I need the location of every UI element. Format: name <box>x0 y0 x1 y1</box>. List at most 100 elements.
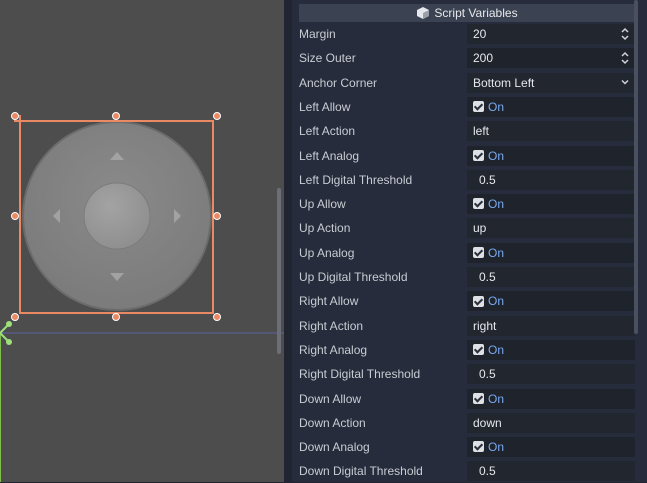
property-label: Left Analog <box>299 148 360 163</box>
checkbox-icon[interactable] <box>473 247 484 259</box>
spinbox-field[interactable]: 20 <box>467 24 635 44</box>
dropdown-select[interactable]: Bottom Left <box>467 72 635 93</box>
checkbox-icon[interactable] <box>473 392 484 404</box>
selection-handle-icon[interactable] <box>213 212 221 220</box>
selection-handle-icon[interactable] <box>11 212 19 220</box>
property-label: Left Allow <box>299 99 351 114</box>
selection-handle-icon[interactable] <box>213 313 221 321</box>
text-value: up <box>473 221 487 236</box>
property-label: Margin <box>299 27 336 41</box>
property-row: Right Allow On <box>292 289 647 313</box>
script-icon <box>417 7 430 19</box>
property-label: Right Analog <box>299 342 368 357</box>
checkbox-field[interactable]: On <box>467 242 635 263</box>
property-row: Margin 20 <box>292 22 647 46</box>
number-field[interactable]: 0.5 <box>467 267 635 287</box>
checkbox-icon[interactable] <box>473 101 484 113</box>
checkbox-field[interactable]: On <box>467 145 635 166</box>
number-field[interactable]: 0.5 <box>467 364 635 385</box>
selection-handle-icon[interactable] <box>11 313 19 321</box>
selection-handle-icon[interactable] <box>112 313 120 321</box>
property-label: Down Analog <box>299 440 370 455</box>
checkbox-label: On <box>488 148 505 163</box>
property-label: Down Digital Threshold <box>299 464 423 479</box>
checkbox-label: On <box>488 197 505 212</box>
property-row: Right Analog On <box>292 338 647 362</box>
checkbox-icon[interactable] <box>473 149 484 161</box>
2d-viewport[interactable] <box>0 0 284 482</box>
checkbox-field[interactable]: On <box>467 194 635 215</box>
number-value: 0.5 <box>479 172 496 187</box>
selection-handle-icon[interactable] <box>112 112 120 120</box>
property-label: Right Allow <box>299 294 359 309</box>
property-label: Down Action <box>299 415 366 430</box>
checkbox-icon[interactable] <box>473 344 484 356</box>
checkbox-icon[interactable] <box>473 295 484 307</box>
checkbox-label: On <box>488 245 505 260</box>
property-row: Up Allow On <box>292 192 647 216</box>
property-label: Up Analog <box>299 245 355 260</box>
selection-handle-icon[interactable] <box>213 112 221 120</box>
checkbox-label: On <box>488 294 505 309</box>
property-row: Left Action left <box>292 119 647 143</box>
text-value: left <box>473 124 490 139</box>
number-value: 0.5 <box>479 464 496 479</box>
checkbox-icon[interactable] <box>473 198 484 210</box>
section-title: Script Variables <box>434 6 518 20</box>
property-row: Down Allow On <box>292 387 647 411</box>
viewport-canvas[interactable] <box>0 0 284 482</box>
property-row: Left Analog On <box>292 144 647 168</box>
panel-split[interactable] <box>284 0 292 482</box>
property-row: Left Allow On <box>292 95 647 119</box>
property-label: Left Action <box>299 124 356 139</box>
text-field[interactable]: up <box>467 218 635 239</box>
section-header[interactable]: Script Variables <box>299 4 636 22</box>
property-row: Up Digital Threshold 0.5 <box>292 265 647 289</box>
inspector-scrollbar[interactable] <box>634 0 638 334</box>
selection-handle-icon[interactable] <box>11 112 19 120</box>
property-row: Up Analog On <box>292 241 647 265</box>
number-field[interactable]: 0.5 <box>467 461 635 482</box>
checkbox-field[interactable]: On <box>467 388 635 409</box>
spinbox-value: 20 <box>473 27 487 41</box>
property-label: Size Outer <box>299 51 356 66</box>
checkbox-field[interactable]: On <box>467 437 635 458</box>
inspector-panel: Script Variables Margin 20 Size Outer 200 An… <box>292 0 647 482</box>
checkbox-field[interactable]: On <box>467 96 635 117</box>
text-value: right <box>473 318 497 333</box>
viewport-scrollbar[interactable] <box>277 188 281 354</box>
checkbox-field[interactable]: On <box>467 339 635 360</box>
text-field[interactable]: down <box>467 412 635 433</box>
text-value: down <box>473 415 502 430</box>
checkbox-field[interactable]: On <box>467 291 635 312</box>
property-label: Up Allow <box>299 197 346 212</box>
joystick-inner-knob <box>83 182 151 250</box>
property-label: Left Digital Threshold <box>299 172 413 187</box>
property-label: Up Action <box>299 221 351 236</box>
spin-arrows-icon[interactable] <box>621 27 629 41</box>
property-label: Right Digital Threshold <box>299 367 421 382</box>
property-row: Anchor Corner Bottom Left <box>292 71 647 95</box>
number-value: 0.5 <box>479 367 496 382</box>
spinbox-value: 200 <box>473 51 494 66</box>
spin-arrows-icon[interactable] <box>621 51 629 65</box>
checkbox-icon[interactable] <box>473 441 484 453</box>
property-row: Size Outer 200 <box>292 46 647 70</box>
property-label: Anchor Corner <box>299 75 378 90</box>
dropdown-value: Bottom Left <box>473 75 535 90</box>
chevron-down-icon[interactable] <box>621 78 629 86</box>
text-field[interactable]: left <box>467 121 635 142</box>
spinbox-field[interactable]: 200 <box>467 48 635 69</box>
number-value: 0.5 <box>479 270 496 284</box>
property-label: Right Action <box>299 318 364 333</box>
property-label: Up Digital Threshold <box>299 270 408 284</box>
property-row: Down Digital Threshold 0.5 <box>292 459 647 483</box>
property-row: Left Digital Threshold 0.5 <box>292 168 647 192</box>
property-label: Down Allow <box>299 391 362 406</box>
text-field[interactable]: right <box>467 315 635 336</box>
checkbox-label: On <box>488 391 505 406</box>
number-field[interactable]: 0.5 <box>467 169 635 190</box>
property-row: Down Analog On <box>292 435 647 459</box>
checkbox-label: On <box>488 440 505 455</box>
property-row: Right Digital Threshold 0.5 <box>292 362 647 386</box>
